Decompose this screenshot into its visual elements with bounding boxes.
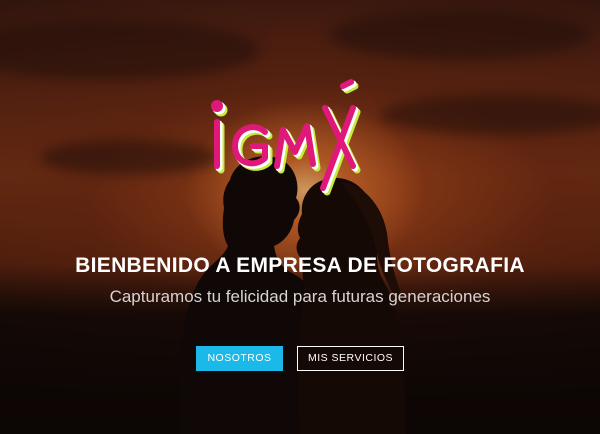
nosotros-button[interactable]: NOSOTROS xyxy=(196,346,283,371)
brand-logo[interactable] xyxy=(205,78,365,208)
mis-servicios-button[interactable]: MIS SERVICIOS xyxy=(297,346,404,371)
hero-section: BIENBENIDO A EMPRESA DE FOTOGRAFIA Captu… xyxy=(0,0,600,434)
page-title: BIENBENIDO A EMPRESA DE FOTOGRAFIA xyxy=(75,254,525,277)
page-subtitle: Capturamos tu felicidad para futuras gen… xyxy=(109,287,491,306)
